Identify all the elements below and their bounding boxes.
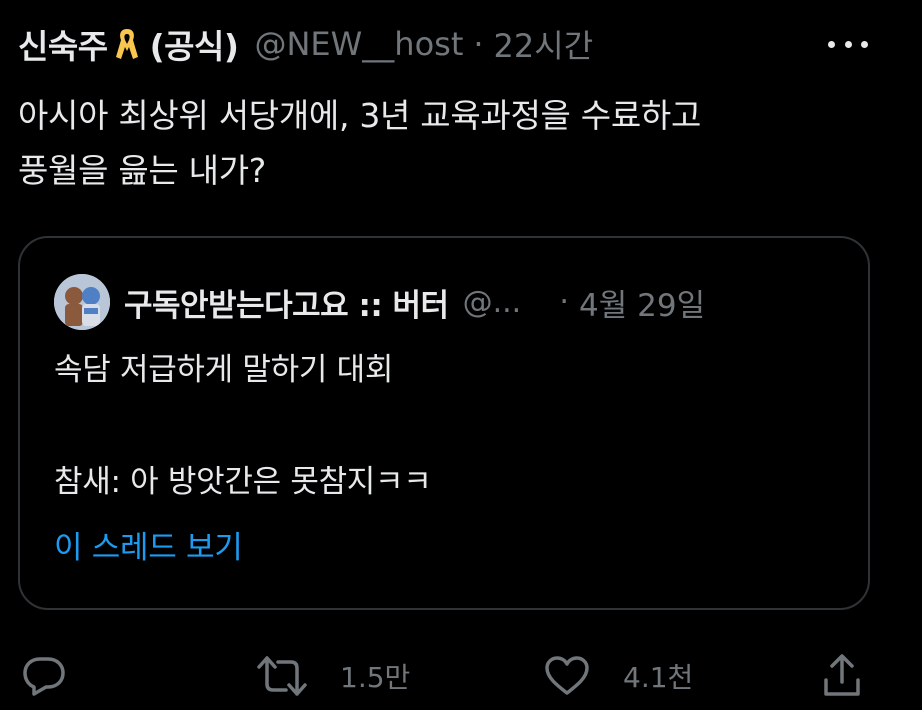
tweet-header: 신숙주 (공식) @NEW__host · 22시간 — [18, 20, 908, 68]
quoted-tweet-timestamp[interactable]: 4월 29일 — [579, 280, 705, 325]
show-thread-link[interactable]: 이 스레드 보기 — [54, 522, 243, 567]
retweet-count: 1.5만 — [340, 661, 411, 694]
reply-button[interactable] — [22, 646, 66, 706]
quoted-tweet-header: 구독안받는다고요 :: 버터 @... · 4월 29일 — [54, 274, 844, 330]
tweet-timestamp[interactable]: 22시간 — [494, 21, 594, 67]
avatar[interactable] — [54, 274, 110, 330]
more-dot — [844, 40, 852, 48]
tweet-text: 아시아 최상위 서당개에, 3년 교육과정을 수료하고 풍월을 읊는 내가? — [18, 88, 898, 198]
retweet-button[interactable]: 1.5만 — [256, 646, 410, 706]
quoted-author-name[interactable]: 구독안받는다고요 :: 버터 — [124, 280, 449, 325]
quoted-text-line: 속담 저급하게 말하기 대회 — [54, 352, 394, 388]
tweet[interactable]: 신숙주 (공식) @NEW__host · 22시간 아시아 최상위 서당개에,… — [0, 0, 922, 710]
more-dot — [828, 40, 835, 48]
quoted-tweet-card[interactable]: 구독안받는다고요 :: 버터 @... · 4월 29일 속담 저급하게 말하기… — [18, 236, 870, 610]
quoted-text-line: 참새: 아 방앗간은 못참지ㅋㅋ — [54, 464, 432, 500]
like-count: 4.1천 — [623, 661, 694, 694]
separator-dot: · — [473, 25, 484, 63]
share-icon — [822, 652, 862, 700]
reply-icon — [22, 654, 66, 698]
share-button[interactable] — [822, 646, 862, 706]
author-name[interactable]: 신숙주 — [18, 20, 108, 68]
author-org-label: (공식) — [149, 27, 239, 66]
action-bar: 1.5만 4.1천 — [0, 646, 922, 706]
quoted-tweet-text: 속담 저급하게 말하기 대회 참새: 아 방앗간은 못참지ㅋㅋ — [54, 342, 844, 510]
like-button[interactable]: 4.1천 — [543, 646, 693, 706]
heart-icon — [543, 654, 591, 698]
separator-dot: · — [559, 284, 570, 320]
tweet-text-line: 풍월을 읊는 내가? — [18, 151, 267, 190]
retweet-icon — [256, 654, 308, 698]
more-options-icon[interactable] — [828, 32, 868, 56]
tweet-text-line: 아시아 최상위 서당개에, 3년 교육과정을 수료하고 — [18, 96, 702, 135]
quoted-author-handle[interactable]: @... — [463, 285, 522, 320]
quoted-text-line — [54, 398, 844, 454]
more-dot — [861, 40, 868, 48]
yellow-ribbon-icon — [114, 26, 140, 62]
author-handle[interactable]: @NEW__host — [254, 25, 463, 63]
